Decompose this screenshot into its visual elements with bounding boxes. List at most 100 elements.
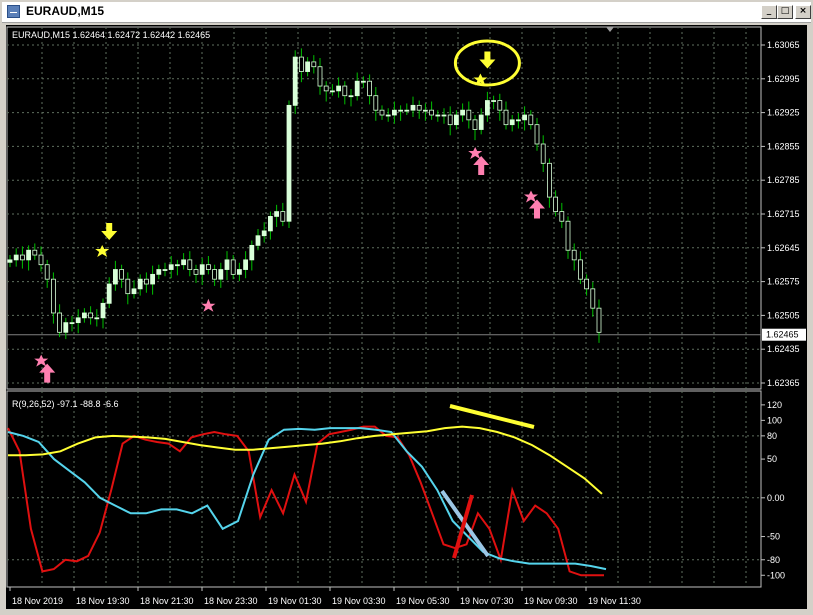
candle-body: [292, 56, 298, 106]
candle-body: [119, 269, 124, 280]
candle-body: [106, 283, 112, 304]
candle-body: [317, 66, 323, 87]
candle-body: [540, 143, 546, 164]
price-tick-label: 1.62995: [767, 74, 800, 84]
candle-body: [286, 104, 292, 222]
indicator-plot-frame: [6, 390, 762, 588]
close-icon[interactable]: ×: [795, 5, 811, 19]
candle-body: [373, 95, 379, 111]
candle-body: [69, 322, 75, 325]
candle-body: [205, 264, 211, 270]
candle-body: [342, 85, 348, 97]
candle-body: [398, 109, 404, 112]
indicator-series-yellow: [8, 425, 603, 495]
price-tick-label: 1.62575: [767, 277, 800, 287]
candle-body: [478, 114, 484, 130]
candle-body: [100, 302, 106, 319]
buy-arrow-icon: [529, 199, 545, 219]
minimize-icon[interactable]: _: [761, 5, 777, 19]
candle-body: [131, 288, 137, 295]
candle-body: [311, 61, 317, 68]
candle-body: [57, 312, 62, 333]
sell-arrow-icon: [101, 222, 118, 240]
chart-window: EURAUD,M15 _ □ × 1.63065 1.62995 1.62925 1.…: [0, 0, 813, 615]
candle-body: [404, 109, 410, 112]
chart-header: EURAUD,M15 1.62464 1.62472 1.62442 1.624…: [12, 30, 210, 40]
candle-body: [19, 254, 25, 261]
indicator-tick-label: -80: [767, 555, 780, 565]
price-tick-label: 1.62925: [767, 108, 800, 118]
candle-body: [422, 109, 428, 112]
current-price-label: 1.62465: [766, 330, 799, 340]
candle-body: [305, 61, 311, 72]
time-tick-label: 19 Nov 11:30: [588, 596, 641, 606]
candle-body: [156, 269, 162, 275]
time-tick-label: 18 Nov 21:30: [140, 596, 194, 606]
candle-body: [274, 211, 280, 217]
candle-body: [553, 196, 558, 212]
candle-body: [484, 100, 490, 116]
candle-body: [187, 259, 193, 270]
candle-body: [528, 114, 534, 126]
price-tick-label: 1.62365: [767, 378, 800, 388]
candle-body: [168, 264, 174, 270]
candle-body: [162, 269, 168, 271]
candle-body: [7, 259, 13, 263]
candle-body: [367, 80, 373, 97]
price-tick-label: 1.62785: [767, 175, 800, 185]
window-titlebar[interactable]: EURAUD,M15 _ □ ×: [2, 2, 811, 23]
chart-canvas[interactable]: 1.63065 1.62995 1.62925 1.62855 1.62785 1.627…: [6, 25, 807, 609]
candle-body: [261, 230, 267, 237]
candle-body: [590, 288, 596, 309]
candle-body: [224, 259, 230, 270]
candle-body: [82, 312, 87, 319]
price-tick-label: 1.62435: [767, 344, 800, 354]
candle-body: [174, 264, 180, 267]
candle-body: [472, 119, 478, 130]
price-tick-label: 1.62645: [767, 243, 800, 253]
candle-body: [447, 114, 453, 126]
candle-body: [354, 80, 360, 97]
candle-body: [453, 114, 459, 126]
maximize-icon[interactable]: □: [777, 5, 793, 19]
time-tick-label: 19 Nov 01:30: [268, 596, 322, 606]
candle-body: [385, 114, 391, 117]
candle-body: [236, 269, 242, 275]
star-icon: [95, 244, 110, 257]
candle-body: [38, 254, 44, 266]
candle-body: [491, 100, 497, 102]
candle-body: [267, 216, 273, 232]
time-tick-label: 19 Nov 07:30: [460, 596, 514, 606]
candle-body: [360, 80, 366, 83]
candle-body: [94, 317, 100, 320]
candle-body: [460, 109, 466, 116]
candle-body: [348, 95, 354, 98]
chart-area[interactable]: 1.63065 1.62995 1.62925 1.62855 1.62785 1.627…: [6, 25, 807, 609]
candle-body: [218, 269, 224, 280]
candle-body: [547, 162, 552, 198]
candle-body: [584, 278, 589, 290]
indicator-tick-label: -100: [767, 570, 785, 580]
candle-body: [63, 322, 69, 333]
candle-body: [125, 278, 131, 295]
candle-body: [329, 90, 335, 93]
candle-body: [298, 56, 304, 72]
indicator-tick-label: 0.00: [767, 493, 785, 503]
indicator-tick-label: 50: [767, 454, 777, 464]
candle-body: [113, 269, 118, 285]
candle-body: [212, 269, 218, 280]
price-tick-label: 1.62855: [767, 141, 800, 151]
candle-body: [515, 119, 521, 122]
candle-body: [255, 235, 261, 246]
candle-body: [410, 104, 416, 111]
candle-body: [75, 317, 81, 324]
candle-body: [51, 278, 56, 314]
indicator-header: R(9,26,52) -97.1 -88.8 -6.6: [12, 399, 119, 409]
star-icon: [34, 354, 49, 367]
indicator-tick-label: -50: [767, 532, 780, 542]
candle-body: [596, 307, 602, 333]
time-tick-label: 19 Nov 05:30: [396, 596, 450, 606]
price-tick-label: 1.62715: [767, 209, 800, 219]
candle-body: [416, 104, 422, 111]
candle-body: [379, 109, 385, 116]
